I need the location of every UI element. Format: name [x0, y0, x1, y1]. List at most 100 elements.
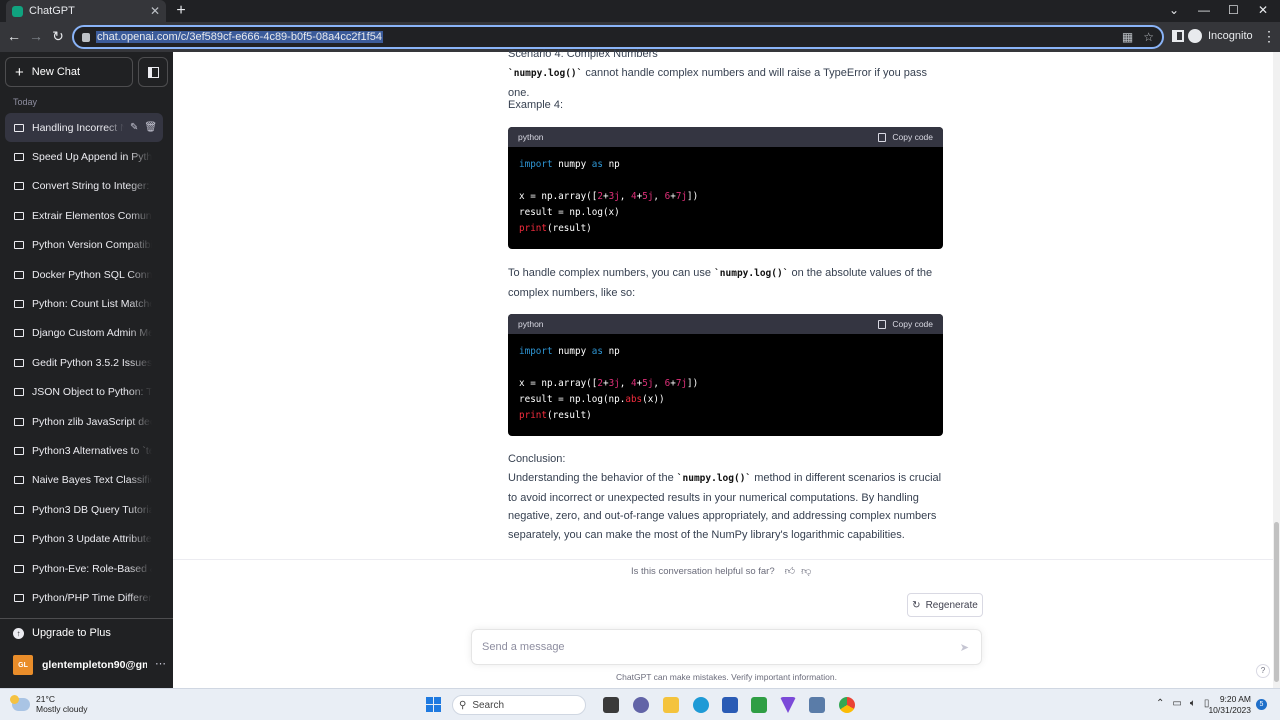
chat-history-item[interactable]: Python: Count List Matches	[5, 289, 163, 318]
side-panel-icon[interactable]	[1172, 30, 1184, 42]
tray-chevron-icon[interactable]: ⌃	[1156, 698, 1164, 709]
edge-browser-icon[interactable]	[693, 697, 709, 713]
thumbs-up-icon[interactable]: 👍︎	[785, 565, 795, 577]
network-icon[interactable]: ▭	[1172, 698, 1181, 709]
reload-icon[interactable]: ↻	[50, 28, 66, 45]
chat-history-item[interactable]: Extrair Elementos Comuns Python	[5, 201, 163, 230]
code-token: import	[519, 346, 553, 357]
code-token: result = np.log(np.	[519, 394, 626, 405]
chat-history-item[interactable]: Docker Python SQL Connection	[5, 260, 163, 289]
windows-start-icon[interactable]	[426, 697, 441, 712]
message-paragraph: To handle complex numbers, you can use `…	[508, 264, 943, 302]
chat-history-item[interactable]: Python3 DB Query Tutorial	[5, 495, 163, 524]
help-button[interactable]: ?	[1256, 664, 1270, 678]
browser-menu-icon[interactable]: ⋮	[1262, 28, 1276, 45]
chat-history-item[interactable]: Django Custom Admin Menu	[5, 319, 163, 348]
edit-pencil-icon[interactable]: ✎	[130, 122, 138, 133]
chat-history-label: Convert String to Integer: Python	[32, 180, 152, 193]
tab-close-icon[interactable]: ✕	[150, 4, 160, 18]
more-options-icon[interactable]: ⋯	[155, 657, 166, 670]
code-token: print	[519, 410, 547, 421]
notification-badge[interactable]: 5	[1256, 699, 1267, 710]
new-chat-button[interactable]: + New Chat	[5, 57, 133, 87]
thumbs-down-icon[interactable]: 👎︎	[801, 565, 811, 577]
maximize-button[interactable]: ☐	[1228, 3, 1239, 17]
avatar: GL	[13, 655, 33, 675]
code-block-header: python Copy code	[508, 127, 943, 147]
chat-history-item[interactable]: Python/PHP Time Difference	[5, 583, 163, 612]
weather-widget[interactable]: 21°C Mostly cloudy	[10, 694, 88, 714]
toggle-sidebar-button[interactable]	[138, 57, 168, 87]
sidebar-footer: ↑ Upgrade to Plus GL glentempleton90@gma…	[0, 618, 173, 688]
chat-bubble-icon	[14, 270, 24, 279]
weather-temp: 21°C	[36, 694, 55, 704]
feedback-prompt: Is this conversation helpful so far? 👍︎ …	[631, 565, 811, 578]
volume-icon[interactable]: 🔈︎	[1190, 698, 1196, 709]
chat-history-item[interactable]: Python-Eve: Role-Based & User	[5, 554, 163, 583]
task-view-icon[interactable]	[603, 697, 619, 713]
chrome-browser-icon[interactable]	[839, 697, 855, 713]
code-block: python Copy code import numpy as np x = …	[508, 314, 943, 436]
teams-chat-icon[interactable]	[633, 697, 649, 713]
back-arrow-icon[interactable]: ←	[6, 28, 22, 44]
copy-code-button[interactable]: Copy code	[878, 128, 933, 147]
new-tab-button[interactable]: +	[172, 2, 190, 20]
chat-bubble-icon	[14, 329, 24, 338]
cloud-sun-icon	[10, 694, 30, 711]
minimize-button[interactable]: —	[1198, 3, 1210, 17]
scrollbar-thumb[interactable]	[1274, 522, 1279, 682]
code-token: (x))	[642, 394, 665, 405]
close-window-button[interactable]: ✕	[1258, 3, 1268, 17]
copy-code-button[interactable]: Copy code	[878, 315, 933, 334]
qr-code-icon[interactable]: ▦	[1122, 30, 1133, 44]
chat-history-item[interactable]: Python Version Compatibility Check	[5, 231, 163, 260]
vpn-app-icon[interactable]	[780, 697, 796, 713]
chat-history-item[interactable]: Speed Up Append in Python	[5, 142, 163, 171]
system-tray: ⌃ ▭ 🔈︎ ▯	[1156, 698, 1209, 709]
taskbar: 21°C Mostly cloudy ⚲ Search ⌃ ▭ 🔈︎ ▯ 9:2…	[0, 688, 1280, 720]
paragraph-text: Understanding the behavior of the	[508, 472, 677, 484]
remote-desktop-icon[interactable]	[809, 697, 825, 713]
forward-arrow-icon[interactable]: →	[28, 28, 44, 44]
chat-history-item[interactable]: Handling Incorrect Numpy.log() Usage ✎ 🗑	[5, 113, 163, 143]
url-text[interactable]: chat.openai.com/c/3ef589cf-e666-4c89-b0f…	[96, 31, 383, 43]
browser-titlebar: ChatGPT ✕ + ⌄ — ☐ ✕	[0, 0, 1280, 22]
message-input[interactable]	[482, 641, 942, 653]
chat-history-item[interactable]: JSON Object to Python: Tutorial	[5, 378, 163, 407]
chat-history-item[interactable]: Convert String to Integer: Python	[5, 172, 163, 201]
code-token: import	[519, 159, 553, 170]
message-input-box[interactable]: ➤	[471, 629, 982, 665]
excel-icon[interactable]	[751, 697, 767, 713]
send-icon[interactable]: ➤	[960, 641, 969, 654]
trash-icon[interactable]: 🗑	[144, 122, 157, 133]
bookmark-star-icon[interactable]: ☆	[1143, 30, 1154, 44]
tab-search-chevron-icon[interactable]: ⌄	[1169, 3, 1179, 17]
chat-history-item[interactable]: Python zlib JavaScript decompress	[5, 407, 163, 436]
chat-history-item[interactable]: Naive Bayes Text Classification	[5, 466, 163, 495]
taskbar-search[interactable]: ⚲ Search	[452, 695, 586, 715]
upgrade-button[interactable]: ↑ Upgrade to Plus	[13, 627, 111, 639]
chat-bubble-icon	[14, 593, 24, 602]
account-button[interactable]: GL glentempleton90@gmail.com	[13, 655, 147, 675]
chat-history-label: Speed Up Append in Python	[32, 151, 152, 164]
chat-main: Scenario 4: Complex Numbers `numpy.log()…	[173, 48, 1280, 688]
example-label: Example 4:	[508, 99, 564, 111]
file-explorer-icon[interactable]	[663, 697, 679, 713]
microsoft-store-icon[interactable]	[722, 697, 738, 713]
chat-history-label: Python/PHP Time Difference	[32, 591, 152, 604]
browser-tab[interactable]: ChatGPT ✕	[6, 0, 166, 22]
chat-bubble-icon	[14, 505, 24, 514]
lock-icon[interactable]	[82, 32, 90, 42]
chat-history-item[interactable]: Python3 Alternatives to `tell`	[5, 436, 163, 465]
incognito-indicator[interactable]: Incognito	[1188, 29, 1253, 43]
paragraph-text: To handle complex numbers, you can use	[508, 267, 715, 279]
regenerate-button[interactable]: ↻ Regenerate	[907, 593, 983, 617]
chat-history-item[interactable]: Python 3 Update Attributes	[5, 524, 163, 553]
code-token: ,	[653, 378, 665, 389]
chat-history-item[interactable]: Gedit Python 3.5.2 Issues	[5, 348, 163, 377]
code-token: numpy	[552, 346, 592, 357]
taskbar-clock[interactable]: 9:20 AM 10/31/2023	[1207, 694, 1251, 716]
code-token: result = np.log(x)	[519, 207, 620, 218]
scenario-heading: Scenario 4: Complex Numbers	[508, 48, 658, 60]
chat-bubble-icon	[14, 417, 24, 426]
